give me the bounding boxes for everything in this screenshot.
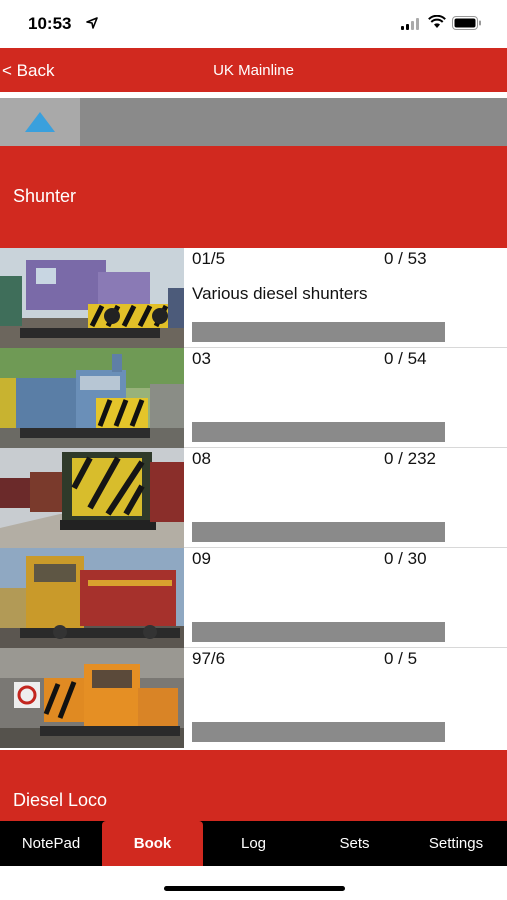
home-indicator	[164, 886, 345, 891]
class-description: Various diesel shunters	[192, 284, 368, 303]
toolbar	[0, 98, 507, 146]
nav-title: UK Mainline	[213, 62, 294, 79]
nav-bar: UK Mainline < Back	[0, 48, 507, 92]
signal-icon	[401, 18, 421, 30]
progress-bar	[192, 422, 445, 442]
battery-icon	[452, 16, 481, 30]
back-button[interactable]: < Back	[2, 61, 54, 81]
seen-count: 0 / 54	[384, 349, 427, 368]
list-item[interactable]: 01/5 0 / 53 Various diesel shunters	[0, 248, 507, 348]
wifi-icon	[428, 15, 446, 28]
class-number: 03	[192, 349, 211, 368]
list-item[interactable]: 03 0 / 54	[0, 348, 507, 448]
seen-count: 0 / 232	[384, 449, 436, 468]
locomotive-photo	[0, 648, 184, 748]
triangle-up-icon	[25, 112, 55, 132]
tab-log[interactable]: Log	[203, 821, 304, 866]
locomotive-photo	[0, 348, 184, 448]
status-time: 10:53	[28, 14, 72, 33]
progress-bar	[192, 622, 445, 642]
location-arrow-icon	[86, 17, 98, 29]
class-number: 09	[192, 549, 211, 568]
tab-bar: NotePad Book Log Sets Settings	[0, 821, 507, 866]
seen-count: 0 / 5	[384, 649, 418, 668]
list-item[interactable]: 97/6 0 / 5	[0, 648, 507, 748]
class-number: 08	[192, 449, 211, 468]
section-header-shunter[interactable]: Shunter	[0, 146, 507, 248]
progress-bar	[192, 522, 445, 542]
tab-sets[interactable]: Sets	[304, 821, 405, 866]
tab-settings[interactable]: Settings	[405, 821, 507, 866]
tab-book[interactable]: Book	[102, 821, 203, 866]
status-bar: 10:53	[0, 0, 507, 48]
section-title: Shunter	[13, 186, 77, 206]
list-item[interactable]: 08 0 / 232	[0, 448, 507, 548]
locomotive-photo	[0, 548, 184, 648]
section-header-diesel-loco[interactable]: Diesel Loco	[0, 750, 507, 821]
class-number: 97/6	[192, 649, 226, 668]
locomotive-photo	[0, 248, 184, 348]
section-title: Diesel Loco	[13, 790, 108, 810]
seen-count: 0 / 30	[384, 549, 427, 568]
scroll-up-button[interactable]	[0, 98, 80, 146]
class-number: 01/5	[192, 249, 226, 268]
seen-count: 0 / 53	[384, 249, 427, 268]
list-item[interactable]: 09 0 / 30	[0, 548, 507, 648]
tab-notepad[interactable]: NotePad	[0, 821, 102, 866]
progress-bar	[192, 322, 445, 342]
progress-bar	[192, 722, 445, 742]
locomotive-photo	[0, 448, 184, 548]
